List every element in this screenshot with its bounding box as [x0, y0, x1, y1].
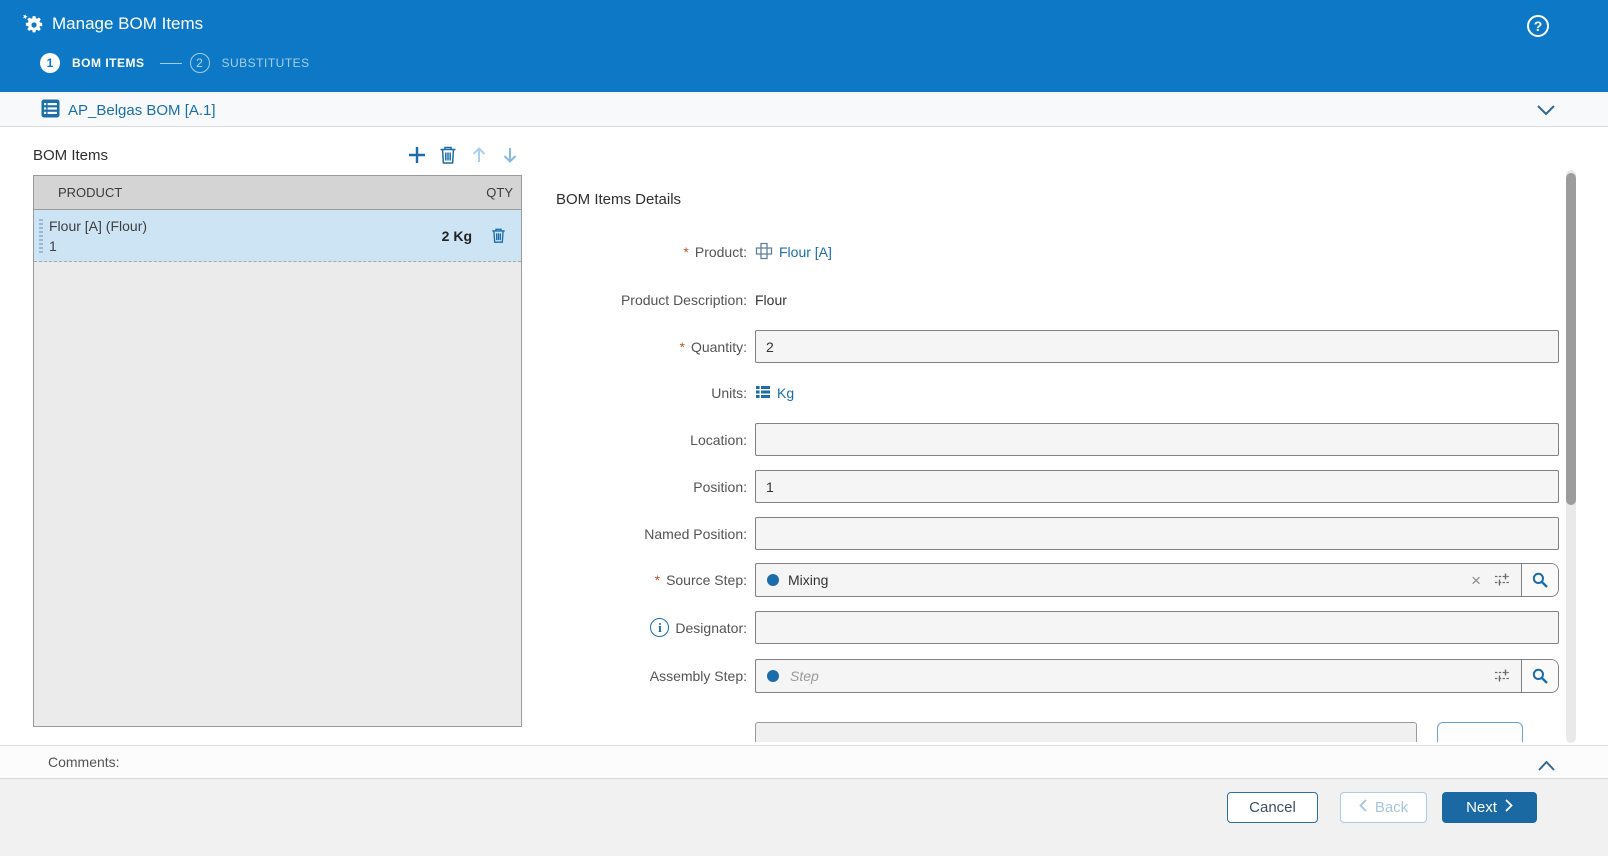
clipped-button[interactable] [1437, 722, 1523, 742]
step-2-label[interactable]: SUBSTITUTES [222, 56, 310, 70]
vertical-scrollbar[interactable] [1566, 170, 1576, 743]
quantity-label: * Quantity: [679, 338, 747, 355]
select-list-icon[interactable] [1488, 668, 1521, 684]
assembly-step-label: Assembly Step: [649, 668, 747, 684]
comments-bar: Comments: [0, 745, 1608, 779]
clear-icon[interactable]: × [1464, 572, 1488, 589]
part-icon [755, 242, 773, 263]
position-input[interactable] [755, 470, 1559, 503]
move-down-icon[interactable] [498, 143, 522, 167]
dialog-title: Manage BOM Items [52, 14, 204, 33]
product-description-label: Product Description: [620, 292, 747, 308]
dialog-header: Manage BOM Items ? 1 BOM ITEMS 2 SUBSTIT… [0, 0, 1608, 92]
named-position-row: Named Position: [547, 517, 1559, 550]
product-row: * Product: Flour [A] [547, 242, 832, 262]
units-list-icon [755, 384, 771, 403]
source-step-row: * Source Step: Mixing × [547, 563, 1559, 597]
position-label: Position: [693, 478, 747, 495]
location-label: Location: [690, 431, 747, 448]
step-1-badge[interactable]: 1 [40, 53, 60, 73]
move-up-icon[interactable] [467, 143, 491, 167]
select-list-icon[interactable] [1488, 572, 1521, 588]
context-bar: AP_Belgas BOM [A.1] [0, 92, 1608, 127]
bom-list-toolbar [405, 143, 522, 167]
bom-list-title: BOM Items [33, 147, 109, 164]
search-icon[interactable] [1521, 564, 1558, 596]
manage-gear-icon [21, 12, 45, 36]
step-1-label[interactable]: BOM ITEMS [72, 56, 145, 70]
comments-collapse-chevron-up-icon[interactable] [1538, 758, 1555, 776]
context-collapse-chevron-down-icon[interactable] [1537, 103, 1555, 121]
delete-item-icon[interactable] [436, 143, 460, 167]
bom-table-icon [41, 99, 60, 122]
product-description-row: Product Description: Flour [547, 290, 787, 310]
help-icon[interactable]: ? [1527, 15, 1549, 37]
cancel-button[interactable]: Cancel [1227, 792, 1318, 823]
assembly-step-input[interactable] [788, 667, 1488, 685]
units-label: Units: [711, 385, 747, 401]
assembly-step-row: Assembly Step: [547, 659, 1559, 693]
bom-list-header: PRODUCT QTY [34, 176, 521, 210]
info-icon[interactable]: i [650, 618, 670, 637]
next-button[interactable]: Next [1442, 792, 1537, 823]
drag-handle[interactable] [39, 219, 43, 253]
wizard-steps: 1 BOM ITEMS 2 SUBSTITUTES [40, 53, 310, 73]
row-qty-value: 2 Kg [441, 227, 472, 244]
step-2-badge[interactable]: 2 [189, 53, 210, 73]
back-button[interactable]: Back [1340, 792, 1427, 823]
details-title: BOM Items Details [556, 191, 682, 208]
clipped-field[interactable] [755, 722, 1417, 742]
units-link[interactable]: Kg [755, 384, 794, 403]
designator-input[interactable] [755, 611, 1559, 644]
search-icon[interactable] [1521, 660, 1558, 692]
named-position-label: Named Position: [644, 525, 747, 542]
manage-bom-items-dialog: Manage BOM Items ? 1 BOM ITEMS 2 SUBSTIT… [0, 0, 1608, 856]
row-product-cell: Flour [A] (Flour) 1 [49, 216, 147, 256]
product-link[interactable]: Flour [A] [755, 242, 832, 263]
step-type-icon [767, 670, 779, 682]
quantity-input[interactable] [755, 330, 1559, 363]
product-description-value: Flour [755, 292, 787, 308]
row-delete-icon[interactable] [488, 226, 508, 246]
product-label: * Product: [683, 244, 747, 260]
designator-label: i Designator: [547, 618, 747, 637]
named-position-input[interactable] [755, 517, 1559, 550]
required-marker: * [679, 338, 685, 355]
row-product-name: Flour [A] (Flour) [49, 217, 148, 234]
add-item-icon[interactable] [405, 143, 429, 167]
source-step-label: * Source Step: [654, 572, 747, 588]
bom-context-title: AP_Belgas BOM [A.1] [68, 102, 216, 119]
table-row[interactable]: Flour [A] (Flour) 1 2 Kg [34, 210, 521, 262]
column-product: PRODUCT [58, 185, 123, 200]
location-row: Location: [547, 423, 1559, 456]
bom-context-link[interactable]: AP_Belgas BOM [A.1] [41, 99, 216, 122]
units-row: Units: Kg [547, 383, 794, 403]
scrollbar-thumb[interactable] [1566, 173, 1576, 505]
column-qty: QTY [486, 185, 513, 200]
location-input[interactable] [755, 423, 1559, 456]
step-type-icon [767, 574, 779, 586]
dialog-footer: Cancel Back Next [0, 779, 1608, 856]
quantity-row: * Quantity: [547, 330, 1559, 363]
step-connector [159, 62, 182, 64]
bom-items-list: PRODUCT QTY Flour [A] (Flour) 1 2 Kg [33, 175, 522, 727]
assembly-step-input-group [755, 659, 1559, 693]
source-step-value: Mixing [788, 572, 829, 588]
required-marker: * [683, 244, 689, 260]
required-marker: * [654, 572, 661, 588]
designator-row: i Designator: [547, 611, 1559, 644]
back-chevron-icon [1359, 799, 1367, 816]
position-row: Position: [547, 470, 1559, 503]
row-product-position: 1 [49, 237, 57, 254]
source-step-input[interactable]: Mixing × [755, 563, 1559, 597]
comments-label: Comments: [48, 754, 120, 770]
next-chevron-icon [1505, 799, 1513, 816]
clipped-next-field-row [755, 722, 1525, 742]
